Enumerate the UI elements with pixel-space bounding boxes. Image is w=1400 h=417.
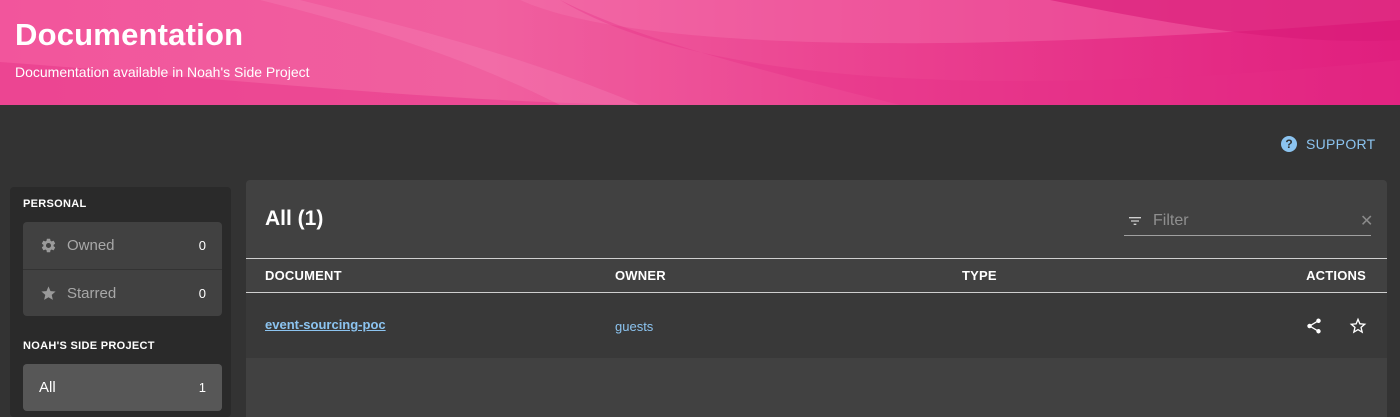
sidebar-item-count: 0 — [198, 285, 206, 301]
sidebar-item-label: Owned — [67, 237, 115, 254]
owner-link[interactable]: guests — [615, 319, 653, 334]
table-row: event-sourcing-poc guests — [246, 293, 1387, 358]
sidebar-item-label: All — [39, 379, 56, 396]
filter-field: ✕ — [1124, 207, 1373, 236]
sidebar-item-count: 0 — [198, 238, 206, 253]
personal-menu: Owned 0 Starred 0 — [23, 222, 222, 316]
section-label-personal: PERSONAL — [23, 198, 87, 210]
star-outline-icon[interactable] — [1347, 315, 1369, 337]
share-icon[interactable] — [1303, 315, 1325, 337]
gear-icon — [39, 237, 57, 255]
project-menu: All 1 — [23, 364, 222, 411]
column-header-actions: ACTIONS — [1306, 268, 1366, 283]
documents-panel: All (1) ✕ DOCUMENT OWNER TYPE ACTIONS ev… — [246, 180, 1387, 417]
support-label: SUPPORT — [1306, 136, 1376, 152]
page-subtitle: Documentation available in Noah's Side P… — [15, 64, 310, 80]
page-header: Documentation Documentation available in… — [0, 0, 1400, 105]
sidebar-item-all[interactable]: All 1 — [23, 364, 222, 411]
filter-icon — [1127, 213, 1143, 229]
table-header: DOCUMENT OWNER TYPE ACTIONS — [246, 258, 1387, 293]
close-icon[interactable]: ✕ — [1360, 211, 1373, 231]
column-header-owner[interactable]: OWNER — [615, 268, 666, 283]
column-header-document[interactable]: DOCUMENT — [265, 268, 342, 283]
section-label-project: NOAH'S SIDE PROJECT — [23, 340, 155, 352]
sidebar-item-starred[interactable]: Starred 0 — [23, 269, 222, 316]
panel-title: All (1) — [265, 207, 324, 230]
table-empty-area — [246, 358, 1387, 417]
document-link[interactable]: event-sourcing-poc — [265, 317, 386, 332]
documents-table: DOCUMENT OWNER TYPE ACTIONS event-sourci… — [246, 258, 1387, 417]
sidebar-item-count: 1 — [198, 380, 206, 395]
page-title: Documentation — [15, 17, 244, 52]
star-icon — [39, 284, 57, 302]
sidebar-item-label: Starred — [67, 284, 117, 302]
sidebar-item-owned[interactable]: Owned 0 — [23, 222, 222, 269]
help-circle-icon: ? — [1281, 136, 1297, 152]
filter-input[interactable] — [1153, 212, 1360, 230]
sidebar: PERSONAL Owned 0 Starred 0 NOAH'S SIDE P… — [10, 187, 231, 417]
support-button[interactable]: ? SUPPORT — [1281, 136, 1376, 152]
column-header-type[interactable]: TYPE — [962, 268, 997, 283]
